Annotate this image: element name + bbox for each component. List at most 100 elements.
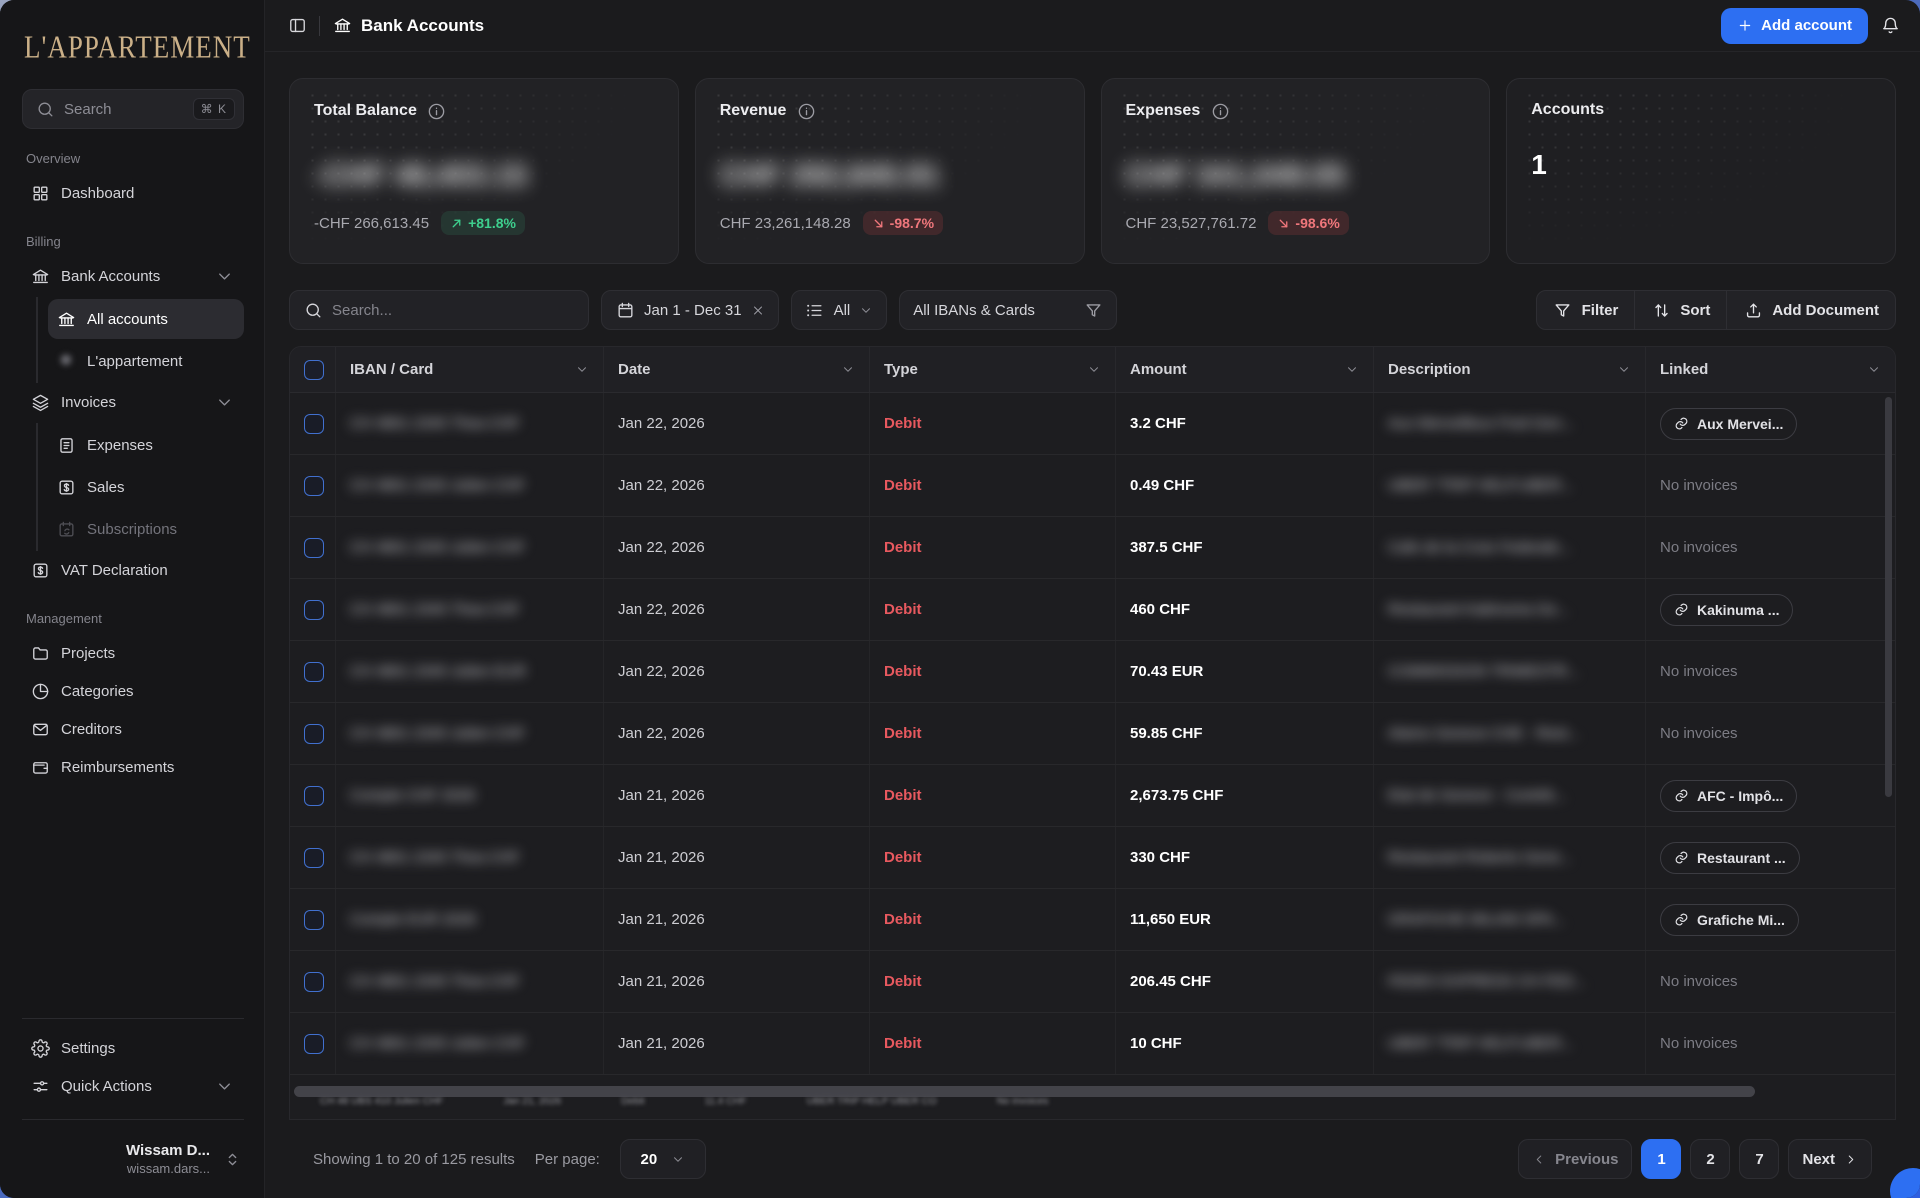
per-page-select[interactable]: 20: [620, 1139, 706, 1179]
table-row[interactable]: CH 4801 2345 Julien CHF Jan 21, 2026 Deb…: [290, 1013, 1895, 1075]
table-row[interactable]: CH 4801 2345 Julien CHF Jan 22, 2026 Deb…: [290, 703, 1895, 765]
row-checkbox[interactable]: [304, 848, 324, 868]
info-icon[interactable]: [1210, 101, 1230, 121]
sidebar-item-categories[interactable]: Categories: [22, 672, 244, 710]
filter-bar: Search... Jan 1 - Dec 31 All: [289, 290, 1896, 330]
table-actions-group: Filter Sort Add Document: [1536, 290, 1896, 330]
table-row[interactable]: Compte CHF 2026 Jan 21, 2026 Debit 2,673…: [290, 765, 1895, 827]
row-checkbox[interactable]: [304, 538, 324, 558]
sidebar-item-expenses[interactable]: Expenses: [48, 425, 244, 465]
iban-blurred-text: Compte CHF 2026: [350, 787, 475, 804]
linked-invoice-chip[interactable]: Restaurant ...: [1660, 842, 1800, 874]
sidebar-item-dashboard[interactable]: Dashboard: [22, 174, 244, 212]
user-name: Wissam D...: [126, 1142, 210, 1159]
column-header-amount[interactable]: Amount: [1116, 347, 1374, 392]
row-checkbox[interactable]: [304, 662, 324, 682]
add-account-button[interactable]: Add account: [1721, 8, 1868, 44]
type-badge: Debit: [884, 415, 922, 432]
iban-cell: CH 4801 2345 Thea CHF: [336, 951, 604, 1012]
table-row[interactable]: CH 4801 2345 Thea CHF Jan 22, 2026 Debit…: [290, 579, 1895, 641]
sidebar-item-subscriptions[interactable]: Subscriptions: [48, 509, 244, 549]
vertical-scrollbar[interactable]: [1885, 397, 1892, 797]
stat-sub-value: CHF 23,261,148.28: [720, 215, 851, 232]
sidebar-item-settings[interactable]: Settings: [22, 1029, 244, 1067]
row-checkbox[interactable]: [304, 786, 324, 806]
sidebar-search-input[interactable]: Search ⌘ K: [22, 89, 244, 129]
iban-filter-dropdown[interactable]: All IBANs & Cards: [899, 290, 1117, 330]
sidebar-item-sales[interactable]: Sales: [48, 467, 244, 507]
linked-invoice-chip[interactable]: Aux Mervei...: [1660, 408, 1797, 440]
sidebar-toggle-icon[interactable]: [287, 16, 307, 36]
sidebar-item-all-accounts[interactable]: All accounts: [48, 299, 244, 339]
sidebar-item-invoices[interactable]: Invoices: [22, 383, 244, 421]
sidebar-divider: [22, 1018, 244, 1019]
type-badge: Debit: [884, 911, 922, 928]
sidebar-item-bank-accounts[interactable]: Bank Accounts: [22, 257, 244, 295]
linked-invoice-chip[interactable]: Grafiche Mi...: [1660, 904, 1799, 936]
column-header-description[interactable]: Description: [1374, 347, 1646, 392]
iban-cell: CH 4801 2345 Julien CHF: [336, 455, 604, 516]
row-checkbox[interactable]: [304, 910, 324, 930]
linked-cell: Aux Mervei...: [1646, 393, 1895, 454]
sidebar-item-lappartement[interactable]: ✱ L'appartement: [48, 341, 244, 381]
info-icon[interactable]: [427, 101, 447, 121]
table-row[interactable]: CH 4801 2345 Thea CHF Jan 21, 2026 Debit…: [290, 827, 1895, 889]
row-checkbox[interactable]: [304, 476, 324, 496]
trend-up-icon: [450, 217, 463, 230]
row-checkbox[interactable]: [304, 972, 324, 992]
close-icon[interactable]: [751, 303, 765, 317]
table-row[interactable]: CH 4801 2345 Julien CHF Jan 22, 2026 Deb…: [290, 517, 1895, 579]
column-header-iban[interactable]: IBAN / Card: [336, 347, 604, 392]
sidebar-item-projects[interactable]: Projects: [22, 634, 244, 672]
table-row[interactable]: Compte EUR 2026 Jan 21, 2026 Debit 11,65…: [290, 889, 1895, 951]
row-checkbox[interactable]: [304, 724, 324, 744]
table-row[interactable]: CH 4801 2345 Thea CHF Jan 22, 2026 Debit…: [290, 393, 1895, 455]
sidebar-item-vat-declaration[interactable]: VAT Declaration: [22, 551, 244, 589]
table-row[interactable]: CH 4801 2345 Julien CHF Jan 22, 2026 Deb…: [290, 455, 1895, 517]
table-search-input[interactable]: Search...: [289, 290, 589, 330]
filter-button[interactable]: Filter: [1537, 291, 1635, 329]
type-filter-dropdown[interactable]: All: [791, 290, 888, 330]
linked-invoice-chip[interactable]: AFC - Impô...: [1660, 780, 1797, 812]
sidebar-item-creditors[interactable]: Creditors: [22, 710, 244, 748]
sort-button[interactable]: Sort: [1634, 291, 1726, 329]
linked-invoice-chip[interactable]: Kakinuma ...: [1660, 594, 1793, 626]
page-button-2[interactable]: 2: [1690, 1139, 1730, 1179]
row-checkbox[interactable]: [304, 600, 324, 620]
amount-cell: 10 CHF: [1116, 1013, 1374, 1074]
row-checkbox[interactable]: [304, 1034, 324, 1054]
user-menu[interactable]: Wissam D... wissam.dars...: [22, 1130, 244, 1180]
column-header-date[interactable]: Date: [604, 347, 870, 392]
sidebar-item-reimbursements[interactable]: Reimbursements: [22, 748, 244, 786]
table-row[interactable]: CH 4801 2345 Thea CHF Jan 21, 2026 Debit…: [290, 951, 1895, 1013]
add-document-button[interactable]: Add Document: [1726, 291, 1895, 329]
description-cell: COMMISSION TRIMESTR...: [1374, 641, 1646, 702]
row-checkbox[interactable]: [304, 414, 324, 434]
sidebar-item-label: L'appartement: [87, 353, 182, 370]
stat-title: Accounts: [1531, 101, 1604, 119]
description-blurred-text: Cafe de la Croix Federale...: [1388, 539, 1571, 556]
topbar-divider: [319, 16, 320, 36]
previous-page-button[interactable]: Previous: [1518, 1139, 1632, 1179]
table-row[interactable]: CH 4801 2345 Julien EUR Jan 22, 2026 Deb…: [290, 641, 1895, 703]
iban-cell: Compte EUR 2026: [336, 889, 604, 950]
iban-cell: CH 4801 2345 Julien CHF: [336, 517, 604, 578]
page-button-7[interactable]: 7: [1739, 1139, 1779, 1179]
description-cell: GRAFICHE MILANI SPA...: [1374, 889, 1646, 950]
page-button-1[interactable]: 1: [1641, 1139, 1681, 1179]
iban-blurred-text: CH 4801 2345 Thea CHF: [350, 973, 520, 990]
sidebar-item-quick-actions[interactable]: Quick Actions: [22, 1067, 244, 1105]
horizontal-scrollbar[interactable]: [294, 1086, 1755, 1097]
date-range-filter[interactable]: Jan 1 - Dec 31: [601, 290, 779, 330]
row-checkbox-cell: [290, 455, 336, 516]
info-icon[interactable]: [796, 101, 816, 121]
next-page-button[interactable]: Next: [1788, 1139, 1872, 1179]
select-all-checkbox[interactable]: [304, 360, 324, 380]
column-header-linked[interactable]: Linked: [1646, 347, 1895, 392]
sidebar-item-label: Quick Actions: [61, 1078, 152, 1095]
stat-main-value-blurred: CHF 292,845.91: [720, 159, 1060, 193]
brand-logo: L'APPARTEMENT: [24, 29, 244, 66]
bell-icon[interactable]: [1880, 16, 1900, 36]
column-header-type[interactable]: Type: [870, 347, 1116, 392]
folder-icon: [30, 643, 50, 663]
